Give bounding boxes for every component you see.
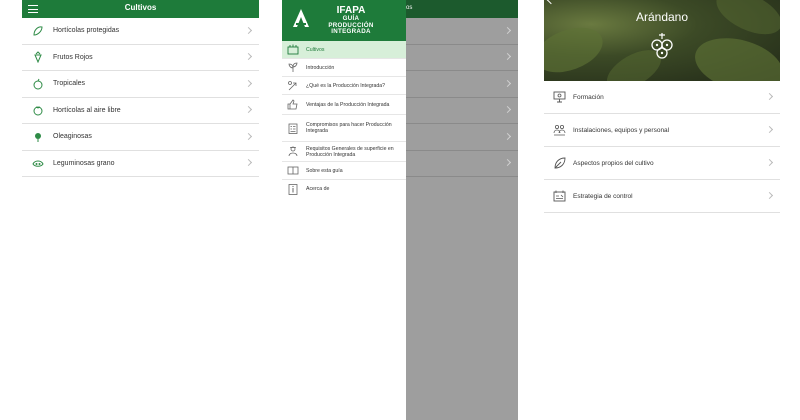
chevron-right-icon [244, 106, 253, 114]
drawer-item-cultivos[interactable]: Cultivos [282, 41, 406, 59]
detail-item-label: Aspectos propios del cultivo [573, 159, 654, 167]
crop-item-tropicales[interactable]: Tropicales [22, 71, 259, 98]
leaf-icon [552, 157, 566, 170]
crop-title: Arándano [635, 10, 689, 24]
chevron-right-icon [244, 26, 253, 34]
crop-hero-image: Arándano [544, 0, 780, 81]
beans-icon [31, 156, 45, 170]
drawer-item-acerca-de[interactable]: Acerca de [282, 180, 406, 198]
chevron-right-icon [503, 132, 512, 140]
drawer-item-compromisos[interactable]: Compromisos para hacer Producción Integr… [282, 115, 406, 142]
drawer-item-label: ¿Qué es la Producción Integrada? [306, 82, 386, 89]
drawer-item-label: Introducción [306, 64, 335, 71]
crop-item-label: Tropicales [53, 80, 86, 88]
farmer-icon [286, 146, 300, 158]
cucumber-icon [31, 24, 45, 38]
detail-item-estrategia[interactable]: Estrategia de control [544, 180, 780, 213]
detail-item-label: Estrategia de control [573, 192, 633, 200]
thumbs-up-icon [286, 99, 300, 111]
drawer-screen: os IFAPA GUÍA PRODUCCIÓN INTEGRADA Culti… [282, 0, 518, 420]
detail-item-instalaciones[interactable]: Instalaciones, equipos y personal [544, 114, 780, 147]
team-icon [552, 124, 566, 137]
chevron-right-icon [244, 159, 253, 167]
crop-item-label: Hortícolas al aire libre [53, 106, 121, 114]
detail-item-label: Instalaciones, equipos y personal [573, 126, 670, 134]
drawer-item-label: Sobre esta guía [306, 167, 343, 174]
crop-item-horticolas-aire-libre[interactable]: Hortícolas al aire libre [22, 98, 259, 124]
drawer-header: IFAPA GUÍA PRODUCCIÓN INTEGRADA [282, 0, 406, 41]
sunflower-icon [31, 130, 45, 144]
chevron-right-icon [765, 158, 774, 167]
detail-item-label: Formación [573, 93, 604, 101]
chevron-right-icon [244, 79, 253, 87]
crops-icon [286, 44, 300, 56]
back-arrow-icon[interactable] [546, 0, 556, 5]
drawer-item-ventajas[interactable]: Ventajas de la Producción Integrada [282, 95, 406, 115]
book-icon [286, 165, 300, 177]
crop-item-label: Leguminosas grano [53, 159, 115, 167]
chevron-right-icon [503, 53, 512, 61]
chevron-right-icon [503, 26, 512, 34]
drawer-item-label: Cultivos [306, 46, 325, 53]
app-bar: Cultivos [22, 0, 259, 18]
plant-icon [286, 62, 300, 74]
drawer-item-sobre-guia[interactable]: Sobre esta guía [282, 162, 406, 180]
chevron-right-icon [244, 132, 253, 140]
drawer-item-requisitos[interactable]: Requisitos Generales de superficie en Pr… [282, 142, 406, 162]
checklist-icon [286, 122, 300, 134]
drawer-item-label: Acerca de [306, 186, 330, 192]
chevron-right-icon [244, 53, 253, 61]
crop-detail-screen: Arándano Formación Instalaciones, equipo… [544, 0, 780, 420]
page-title: Cultivos [124, 3, 157, 12]
page-title-partial: os [406, 5, 413, 11]
crop-item-label: Oleaginosas [53, 133, 92, 141]
strawberry-icon [31, 50, 45, 64]
drawer-item-label: Compromisos para hacer Producción Integr… [306, 122, 392, 134]
detail-item-aspectos[interactable]: Aspectos propios del cultivo [544, 147, 780, 180]
crop-item-horticolas-protegidas[interactable]: Hortícolas protegidas [22, 18, 259, 45]
crops-screen: Cultivos Hortícolas protegidas Frutos Ro… [22, 0, 259, 420]
training-icon [552, 91, 566, 104]
crop-item-label: Frutos Rojos [53, 53, 93, 61]
crop-item-label: Hortícolas protegidas [53, 27, 120, 35]
chevron-right-icon [503, 159, 512, 167]
question-plant-icon [286, 80, 300, 92]
blueberry-icon [647, 31, 677, 61]
tomato-icon [31, 103, 45, 117]
chevron-right-icon [765, 191, 774, 200]
chevron-right-icon [503, 106, 512, 114]
chevron-right-icon [765, 92, 774, 101]
detail-item-formacion[interactable]: Formación [544, 81, 780, 114]
avocado-icon [31, 77, 45, 91]
drawer-item-label: Ventajas de la Producción Integrada [306, 101, 390, 108]
chevron-right-icon [765, 125, 774, 134]
crop-item-leguminosas[interactable]: Leguminosas grano [22, 151, 259, 177]
subtitle-line: INTEGRADA [331, 28, 371, 35]
control-icon [552, 190, 566, 203]
drawer-item-introduccion[interactable]: Introducción [282, 59, 406, 77]
info-icon [286, 183, 300, 195]
brand-subtitle: GUÍA PRODUCCIÓN INTEGRADA [316, 15, 386, 36]
crop-item-frutos-rojos[interactable]: Frutos Rojos [22, 45, 259, 71]
crop-item-oleaginosas[interactable]: Oleaginosas [22, 124, 259, 151]
drawer-item-label: Requisitos Generales de superficie en Pr… [306, 145, 394, 158]
andalucia-logo-icon [292, 8, 310, 28]
drawer-item-que-es[interactable]: ¿Qué es la Producción Integrada? [282, 77, 406, 95]
chevron-right-icon [503, 79, 512, 87]
navigation-drawer: IFAPA GUÍA PRODUCCIÓN INTEGRADA Cultivos… [282, 0, 406, 420]
